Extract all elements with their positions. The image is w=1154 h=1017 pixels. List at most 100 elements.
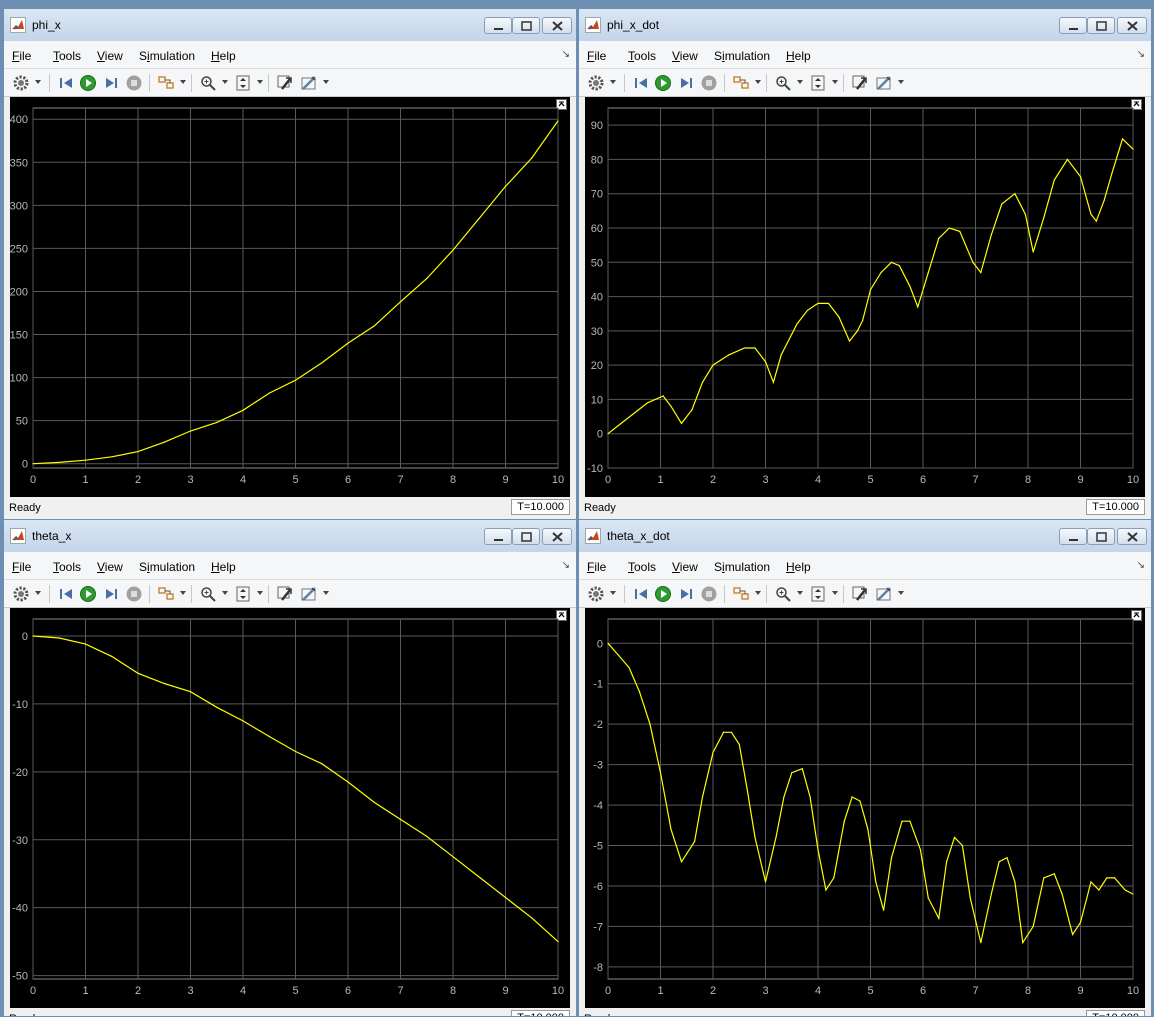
menu-tools[interactable]: Tools <box>53 560 81 574</box>
cursor-icon[interactable] <box>300 74 318 92</box>
step-back-icon[interactable] <box>632 74 650 92</box>
menu-help[interactable]: Help <box>211 49 236 63</box>
cursor-icon[interactable] <box>875 74 893 92</box>
menu-overflow-icon[interactable]: ↘ <box>1137 560 1145 571</box>
menu-help[interactable]: Help <box>786 560 811 574</box>
highlight-icon[interactable] <box>157 585 175 603</box>
highlight-icon[interactable] <box>157 74 175 92</box>
step-forward-icon[interactable] <box>677 585 695 603</box>
gear-icon[interactable] <box>12 585 30 603</box>
restore-icon[interactable] <box>276 74 294 92</box>
close-button[interactable] <box>1117 528 1147 545</box>
minimize-button[interactable] <box>484 17 512 34</box>
step-forward-icon[interactable] <box>102 585 120 603</box>
zoom-icon[interactable] <box>199 585 217 603</box>
dropdown-arrow-icon[interactable] <box>35 80 41 84</box>
menu-overflow-icon[interactable]: ↘ <box>562 560 570 571</box>
menu-view[interactable]: View <box>97 49 123 63</box>
dropdown-arrow-icon[interactable] <box>832 80 838 84</box>
dropdown-arrow-icon[interactable] <box>180 80 186 84</box>
autoscale-icon[interactable] <box>234 74 252 92</box>
dropdown-arrow-icon[interactable] <box>257 80 263 84</box>
zoom-icon[interactable] <box>774 74 792 92</box>
title-bar[interactable]: phi_x <box>4 9 576 41</box>
close-button[interactable] <box>542 528 572 545</box>
menu-tools[interactable]: Tools <box>53 49 81 63</box>
menu-file[interactable]: File <box>587 560 606 574</box>
step-back-icon[interactable] <box>632 585 650 603</box>
restore-icon[interactable] <box>276 585 294 603</box>
dropdown-arrow-icon[interactable] <box>832 591 838 595</box>
menu-view[interactable]: View <box>672 560 698 574</box>
title-bar[interactable]: phi_x_dot <box>579 9 1151 41</box>
dropdown-arrow-icon[interactable] <box>323 591 329 595</box>
dropdown-arrow-icon[interactable] <box>898 591 904 595</box>
dropdown-arrow-icon[interactable] <box>797 591 803 595</box>
menu-tools[interactable]: Tools <box>628 49 656 63</box>
title-bar[interactable]: theta_x_dot <box>579 520 1151 552</box>
menu-file[interactable]: File <box>12 49 31 63</box>
autoscale-icon[interactable] <box>234 585 252 603</box>
highlight-icon[interactable] <box>732 585 750 603</box>
menu-simulation[interactable]: Simulation <box>139 49 195 63</box>
menu-view[interactable]: View <box>97 560 123 574</box>
dropdown-arrow-icon[interactable] <box>755 80 761 84</box>
menu-simulation[interactable]: Simulation <box>714 49 770 63</box>
cursor-icon[interactable] <box>300 585 318 603</box>
run-icon[interactable] <box>654 585 672 603</box>
stop-icon[interactable] <box>700 585 718 603</box>
title-bar[interactable]: theta_x <box>4 520 576 552</box>
gear-icon[interactable] <box>587 585 605 603</box>
dropdown-arrow-icon[interactable] <box>610 80 616 84</box>
gear-icon[interactable] <box>12 74 30 92</box>
dropdown-arrow-icon[interactable] <box>180 591 186 595</box>
menu-view[interactable]: View <box>672 49 698 63</box>
autoscale-icon[interactable] <box>809 74 827 92</box>
dropdown-arrow-icon[interactable] <box>257 591 263 595</box>
dropdown-arrow-icon[interactable] <box>610 591 616 595</box>
step-back-icon[interactable] <box>57 74 75 92</box>
run-icon[interactable] <box>79 585 97 603</box>
dropdown-arrow-icon[interactable] <box>222 591 228 595</box>
menu-file[interactable]: File <box>587 49 606 63</box>
menu-help[interactable]: Help <box>211 560 236 574</box>
run-icon[interactable] <box>79 74 97 92</box>
step-forward-icon[interactable] <box>677 74 695 92</box>
gear-icon[interactable] <box>587 74 605 92</box>
menu-overflow-icon[interactable]: ↘ <box>562 49 570 60</box>
close-button[interactable] <box>1117 17 1147 34</box>
menu-help[interactable]: Help <box>786 49 811 63</box>
stop-icon[interactable] <box>125 585 143 603</box>
highlight-icon[interactable] <box>732 74 750 92</box>
autoscale-icon[interactable] <box>809 585 827 603</box>
minimize-button[interactable] <box>1059 17 1087 34</box>
menu-file[interactable]: File <box>12 560 31 574</box>
maximize-button[interactable] <box>1087 528 1115 545</box>
dropdown-arrow-icon[interactable] <box>755 591 761 595</box>
step-forward-icon[interactable] <box>102 74 120 92</box>
zoom-icon[interactable] <box>199 74 217 92</box>
menu-tools[interactable]: Tools <box>628 560 656 574</box>
dropdown-arrow-icon[interactable] <box>323 80 329 84</box>
maximize-button[interactable] <box>1087 17 1115 34</box>
dropdown-arrow-icon[interactable] <box>898 80 904 84</box>
restore-icon[interactable] <box>851 74 869 92</box>
run-icon[interactable] <box>654 74 672 92</box>
step-back-icon[interactable] <box>57 585 75 603</box>
minimize-button[interactable] <box>484 528 512 545</box>
maximize-button[interactable] <box>512 17 540 34</box>
minimize-button[interactable] <box>1059 528 1087 545</box>
menu-simulation[interactable]: Simulation <box>714 560 770 574</box>
menu-overflow-icon[interactable]: ↘ <box>1137 49 1145 60</box>
stop-icon[interactable] <box>700 74 718 92</box>
restore-icon[interactable] <box>851 585 869 603</box>
dropdown-arrow-icon[interactable] <box>222 80 228 84</box>
dropdown-arrow-icon[interactable] <box>35 591 41 595</box>
stop-icon[interactable] <box>125 74 143 92</box>
dropdown-arrow-icon[interactable] <box>797 80 803 84</box>
close-button[interactable] <box>542 17 572 34</box>
menu-simulation[interactable]: Simulation <box>139 560 195 574</box>
cursor-icon[interactable] <box>875 585 893 603</box>
maximize-button[interactable] <box>512 528 540 545</box>
zoom-icon[interactable] <box>774 585 792 603</box>
